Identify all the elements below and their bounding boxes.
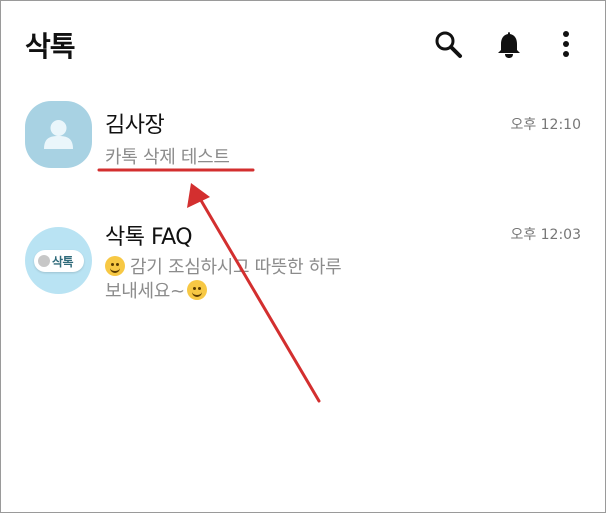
preview-line-1: 감기 조심하시고 따뜻한 하루 [130, 257, 342, 278]
chat-time: 오후 12:03 [510, 227, 581, 243]
chat-name: 김사장 [105, 113, 165, 138]
chat-name: 삭톡 FAQ [105, 225, 193, 250]
info-icon [38, 255, 50, 267]
page-title: 삭톡 [25, 30, 76, 63]
chat-preview: 카톡 삭제 테스트 [105, 147, 230, 168]
chat-list-item-faq[interactable]: 삭톡 삭톡 FAQ 오후 12:03 감기 조심하시고 따뜻한 하루 보내세요~ [1, 211, 605, 311]
more-icon[interactable] [553, 29, 579, 59]
preview-line-2-wrapper: 보내세요~ [105, 280, 341, 304]
avatar: 삭톡 [25, 227, 92, 294]
preview-line-2: 보내세요~ [105, 281, 185, 302]
bell-icon[interactable] [494, 29, 524, 59]
person-icon [44, 120, 73, 149]
speech-bubble-icon: 삭톡 [34, 250, 84, 272]
avatar [25, 101, 92, 168]
smiling-face-emoji-icon [186, 280, 207, 300]
hugging-face-emoji-icon [105, 256, 125, 276]
avatar-label: 삭톡 [52, 255, 74, 269]
chat-preview: 감기 조심하시고 따뜻한 하루 보내세요~ [105, 256, 342, 304]
search-icon[interactable] [433, 29, 463, 59]
chat-time: 오후 12:10 [510, 117, 581, 133]
chat-list-item-kim[interactable]: 김사장 오후 12:10 카톡 삭제 테스트 [1, 97, 605, 197]
app-window: 삭톡 김사장 오후 12:10 카톡 삭제 테스트 삭톡 삭톡 FAQ 오후 1… [0, 0, 606, 513]
